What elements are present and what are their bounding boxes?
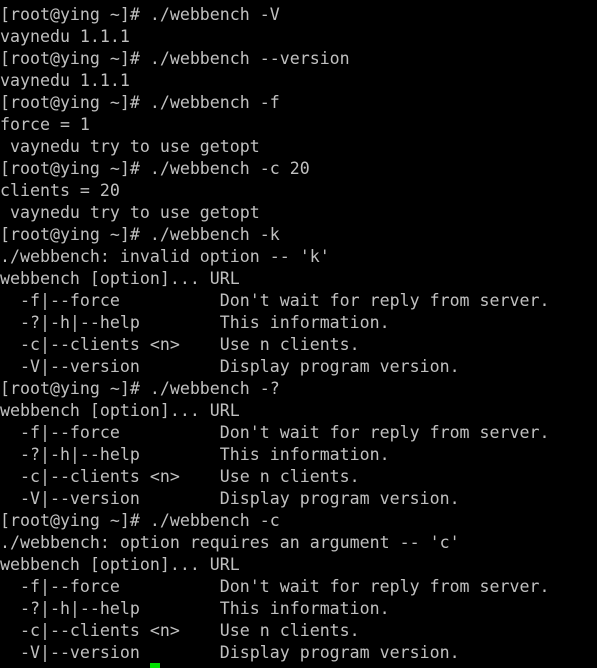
terminal-line: [root@ying ~]# ./webbench --version	[0, 49, 350, 68]
terminal-line: -f|--force Don't wait for reply from ser…	[0, 291, 550, 310]
terminal-line: vaynedu try to use getopt	[0, 137, 260, 156]
terminal-line: -f|--force Don't wait for reply from ser…	[0, 577, 550, 596]
terminal-line: -f|--force Don't wait for reply from ser…	[0, 423, 550, 442]
terminal-output[interactable]: [root@ying ~]# ./webbench -V vaynedu 1.1.…	[0, 4, 549, 664]
terminal-line: vaynedu 1.1.1	[0, 71, 130, 90]
terminal-line: [root@ying ~]# ./webbench -V	[0, 5, 280, 24]
terminal-cursor	[150, 663, 160, 668]
terminal-line: [root@ying ~]# ./webbench -c	[0, 511, 280, 530]
terminal-line: -c|--clients <n> Use n clients.	[0, 621, 360, 640]
terminal-line: webbench [option]... URL	[0, 555, 240, 574]
terminal-line: [root@ying ~]# ./webbench -k	[0, 225, 280, 244]
terminal-line: force = 1	[0, 115, 90, 134]
terminal-line: ./webbench: option requires an argument …	[0, 533, 460, 552]
terminal-line: -c|--clients <n> Use n clients.	[0, 335, 360, 354]
terminal-line: vaynedu 1.1.1	[0, 27, 130, 46]
terminal-line: [root@ying ~]# ./webbench -?	[0, 379, 280, 398]
terminal-line: -?|-h|--help This information.	[0, 599, 390, 618]
terminal-line: webbench [option]... URL	[0, 401, 240, 420]
terminal-line: -c|--clients <n> Use n clients.	[0, 467, 360, 486]
terminal-line: -?|-h|--help This information.	[0, 313, 390, 332]
terminal-line: [root@ying ~]# ./webbench -c 20	[0, 159, 310, 178]
terminal-line: -V|--version Display program version.	[0, 489, 460, 508]
terminal-line: ./webbench: invalid option -- 'k'	[0, 247, 330, 266]
terminal-line: -?|-h|--help This information.	[0, 445, 390, 464]
terminal-line: -V|--version Display program version.	[0, 643, 460, 662]
terminal-line: vaynedu try to use getopt	[0, 203, 260, 222]
terminal-line: webbench [option]... URL	[0, 269, 240, 288]
terminal-line: [root@ying ~]# ./webbench -f	[0, 93, 280, 112]
terminal-line: -V|--version Display program version.	[0, 357, 460, 376]
terminal-line: clients = 20	[0, 181, 120, 200]
